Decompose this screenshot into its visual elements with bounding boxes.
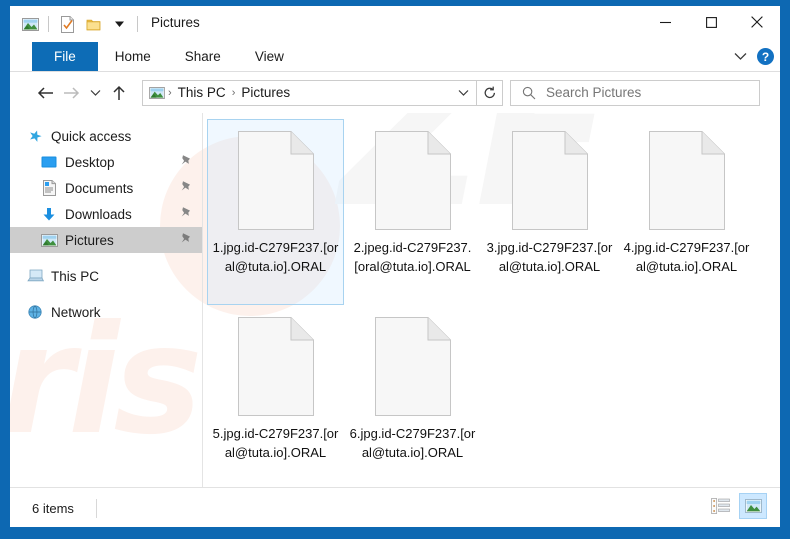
download-icon xyxy=(40,205,58,223)
window-controls xyxy=(642,6,780,38)
tab-file[interactable]: File xyxy=(32,42,98,71)
file-name-label: 3.jpg.id-C279F237.[oral@tuta.io].ORAL xyxy=(486,240,613,274)
file-item[interactable]: 6.jpg.id-C279F237.[oral@tuta.io].ORAL xyxy=(344,305,481,491)
help-icon[interactable]: ? xyxy=(757,48,774,65)
generic-file-icon xyxy=(511,131,588,230)
sidebar-item-label: Quick access xyxy=(51,128,132,144)
back-button[interactable] xyxy=(32,80,58,106)
view-mode-buttons xyxy=(706,493,767,519)
tab-view[interactable]: View xyxy=(238,42,301,71)
sidebar-gap-1 xyxy=(10,253,202,263)
tab-share[interactable]: Share xyxy=(168,42,238,71)
breadcrumb-item-pictures[interactable]: Pictures xyxy=(236,85,295,100)
sidebar-item-pictures[interactable]: Pictures xyxy=(10,227,202,253)
sidebar-item-label: This PC xyxy=(51,268,100,284)
forward-button[interactable] xyxy=(58,80,84,106)
sidebar-item-downloads[interactable]: Downloads xyxy=(10,201,202,227)
title-bar: Pictures xyxy=(10,6,780,42)
desktop-icon xyxy=(40,153,58,171)
search-input[interactable] xyxy=(544,84,738,101)
pin-icon[interactable] xyxy=(180,154,193,173)
sidebar-item-quick-access[interactable]: Quick access xyxy=(10,123,202,149)
ribbon-right-controls: ? xyxy=(729,42,774,71)
sidebar-item-label: Documents xyxy=(65,180,134,196)
search-icon xyxy=(522,86,536,100)
explorer-body: Quick access Desktop Documents Downloads… xyxy=(10,112,780,487)
file-explorer-window: ZE ris Pictures File Home Share View ? ›… xyxy=(10,6,780,527)
ribbon-tab-strip: File Home Share View ? xyxy=(10,42,780,72)
file-grid: 1.jpg.id-C279F237.[oral@tuta.io].ORAL 2.… xyxy=(207,119,780,491)
sidebar-item-network[interactable]: Network xyxy=(10,299,202,325)
qat-separator-1 xyxy=(48,16,49,32)
sidebar-item-this-pc[interactable]: This PC xyxy=(10,263,202,289)
chevron-down-icon[interactable] xyxy=(729,46,751,68)
sidebar-item-label: Network xyxy=(51,304,101,320)
refresh-button[interactable] xyxy=(477,79,503,106)
navigation-pane: Quick access Desktop Documents Downloads… xyxy=(10,113,202,487)
generic-file-icon xyxy=(374,131,451,230)
sidebar-item-label: Downloads xyxy=(65,206,132,222)
sidebar-gap-2 xyxy=(10,289,202,299)
breadcrumb-item-this-pc[interactable]: This PC xyxy=(173,85,231,100)
address-bar-row: › This PC › Pictures xyxy=(10,72,780,113)
pictures-icon xyxy=(40,231,58,249)
pictures-icon[interactable] xyxy=(18,12,42,36)
status-separator xyxy=(95,499,97,518)
sidebar-item-label: Pictures xyxy=(65,232,114,248)
generic-file-icon xyxy=(237,131,314,230)
pin-icon[interactable] xyxy=(180,232,193,251)
generic-file-icon xyxy=(648,131,725,230)
file-name-label: 5.jpg.id-C279F237.[oral@tuta.io].ORAL xyxy=(212,426,339,460)
file-item[interactable]: 3.jpg.id-C279F237.[oral@tuta.io].ORAL xyxy=(481,119,618,305)
sidebar-item-documents[interactable]: Documents xyxy=(10,175,202,201)
window-title: Pictures xyxy=(151,15,200,30)
recent-locations-button[interactable] xyxy=(84,80,106,106)
pin-icon[interactable] xyxy=(180,206,193,225)
document-icon xyxy=(40,179,58,197)
quick-access-toolbar xyxy=(18,6,142,42)
file-name-label: 6.jpg.id-C279F237.[oral@tuta.io].ORAL xyxy=(349,426,476,460)
pin-icon[interactable] xyxy=(180,180,193,199)
breadcrumb-pictures-icon[interactable] xyxy=(149,86,165,99)
generic-file-icon xyxy=(237,317,314,416)
customize-qat-icon[interactable] xyxy=(107,12,131,36)
thispc-icon xyxy=(26,267,44,285)
file-item[interactable]: 1.jpg.id-C279F237.[oral@tuta.io].ORAL xyxy=(207,119,344,305)
desktop-background: ZE ris Pictures File Home Share View ? ›… xyxy=(0,0,790,539)
breadcrumb: › This PC › Pictures xyxy=(143,85,450,100)
tab-home[interactable]: Home xyxy=(98,42,168,71)
file-name-label: 2.jpeg.id-C279F237.[oral@tuta.io].ORAL xyxy=(353,240,472,274)
sidebar-item-desktop[interactable]: Desktop xyxy=(10,149,202,175)
star-icon xyxy=(26,127,44,145)
file-item[interactable]: 5.jpg.id-C279F237.[oral@tuta.io].ORAL xyxy=(207,305,344,491)
file-item[interactable]: 4.jpg.id-C279F237.[oral@tuta.io].ORAL xyxy=(618,119,755,305)
new-folder-icon[interactable] xyxy=(81,12,105,36)
file-name-label: 1.jpg.id-C279F237.[oral@tuta.io].ORAL xyxy=(212,240,339,274)
qat-separator-2 xyxy=(137,16,138,32)
address-dropdown-icon[interactable] xyxy=(450,81,476,105)
status-bar: 6 items xyxy=(10,487,780,527)
file-list-pane[interactable]: 1.jpg.id-C279F237.[oral@tuta.io].ORAL 2.… xyxy=(203,113,780,487)
large-icons-view-button[interactable] xyxy=(739,493,767,519)
address-bar[interactable]: › This PC › Pictures xyxy=(142,79,477,106)
file-name-label: 4.jpg.id-C279F237.[oral@tuta.io].ORAL xyxy=(623,240,750,274)
ribbon-tabs: File Home Share View xyxy=(32,42,301,71)
minimize-button[interactable] xyxy=(642,6,688,38)
generic-file-icon xyxy=(374,317,451,416)
close-button[interactable] xyxy=(734,6,780,38)
file-item[interactable]: 2.jpeg.id-C279F237.[oral@tuta.io].ORAL xyxy=(344,119,481,305)
sidebar-item-label: Desktop xyxy=(65,154,115,170)
details-view-button[interactable] xyxy=(706,493,734,519)
maximize-button[interactable] xyxy=(688,6,734,38)
up-button[interactable] xyxy=(106,80,132,106)
network-icon xyxy=(26,303,44,321)
item-count-label: 6 items xyxy=(32,501,74,516)
search-box[interactable] xyxy=(510,79,760,106)
properties-icon[interactable] xyxy=(55,12,79,36)
